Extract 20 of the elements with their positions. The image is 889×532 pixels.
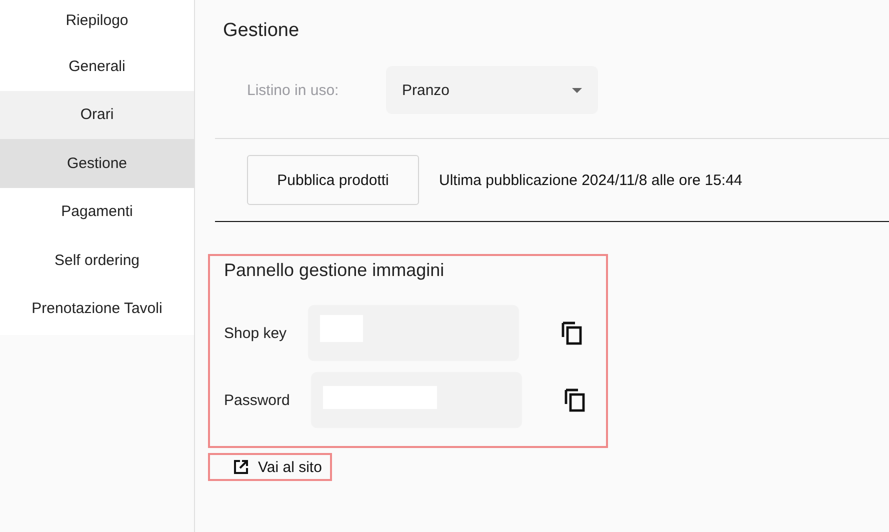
price-list-label: Listino in uso: <box>247 82 340 98</box>
sidebar-item[interactable]: Riepilogo <box>0 0 194 42</box>
copy-icon[interactable] <box>561 321 583 345</box>
sidebar-item[interactable]: Self ordering <box>0 236 194 284</box>
dropdown-caret-icon <box>572 88 582 92</box>
price-list-dropdown[interactable]: Pranzo <box>386 66 598 114</box>
page-title: Gestione <box>223 20 300 42</box>
field-label: Shop key <box>224 324 288 342</box>
sidebar-item[interactable]: Gestione <box>0 139 194 188</box>
external-link-icon <box>234 460 248 474</box>
field-label: Password <box>224 392 291 408</box>
sidebar-item[interactable]: Prenotazione Tavoli <box>0 284 194 333</box>
sidebar-item[interactable]: Orari <box>0 90 194 139</box>
publish-button[interactable]: Pubblica prodotti <box>247 155 419 205</box>
sidebar-item[interactable]: Generali <box>0 42 194 90</box>
copy-icon[interactable] <box>564 388 586 412</box>
site-link[interactable]: Vai al sito <box>208 453 332 481</box>
sidebar-item[interactable]: Pagamenti <box>0 188 194 236</box>
panel-title: Pannello gestione immagini <box>224 260 446 281</box>
publish-status: Ultima pubblicazione 2024/11/8 alle ore 15:44 <box>439 172 742 188</box>
